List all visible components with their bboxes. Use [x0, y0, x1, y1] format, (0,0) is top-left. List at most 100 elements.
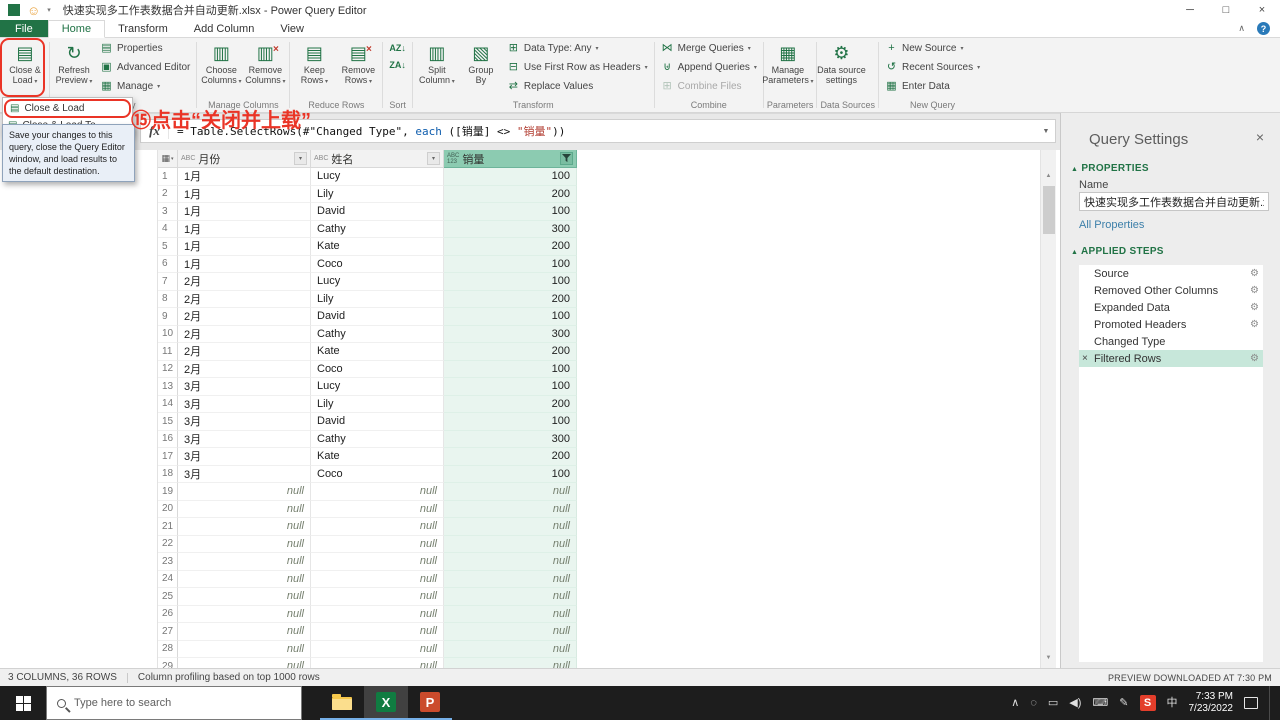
tab-transform[interactable]: Transform [105, 20, 181, 37]
table-cell[interactable]: 100 [444, 168, 577, 186]
table-cell[interactable]: 100 [444, 360, 577, 378]
row-number[interactable]: 8 [158, 290, 178, 308]
row-number[interactable]: 26 [158, 605, 178, 623]
table-cell[interactable]: null [178, 605, 311, 623]
row-number[interactable]: 28 [158, 640, 178, 658]
table-cell[interactable]: null [178, 570, 311, 588]
table-cell[interactable]: 100 [444, 273, 577, 291]
step-settings-gear-icon[interactable]: ⚙ [1250, 319, 1259, 330]
table-cell[interactable]: null [178, 640, 311, 658]
file-explorer-button[interactable] [320, 686, 364, 720]
table-cell[interactable]: null [178, 483, 311, 501]
table-cell[interactable]: 300 [444, 430, 577, 448]
row-number[interactable]: 17 [158, 448, 178, 466]
table-cell[interactable]: 100 [444, 378, 577, 396]
append-queries-button[interactable]: ⊎ Append Queries ▾ [658, 58, 760, 77]
row-number[interactable]: 10 [158, 325, 178, 343]
status-profiling[interactable]: Column profiling based on top 1000 rows [138, 672, 320, 683]
query-name-input[interactable] [1079, 192, 1269, 211]
table-cell[interactable]: 2月 [178, 343, 311, 361]
table-cell[interactable]: null [178, 500, 311, 518]
column-header-name[interactable]: ABC 姓名 ▾ [311, 150, 444, 168]
table-cell[interactable]: 100 [444, 465, 577, 483]
row-number[interactable]: 2 [158, 185, 178, 203]
applied-step-promoted-headers[interactable]: Promoted Headers ⚙ [1079, 316, 1263, 333]
table-cell[interactable]: Cathy [311, 325, 444, 343]
row-number[interactable]: 5 [158, 238, 178, 256]
sogou-input-icon[interactable]: S [1139, 695, 1156, 711]
table-cell[interactable]: null [178, 535, 311, 553]
formula-expand-chevron-icon[interactable]: ▼ [1037, 128, 1055, 135]
data-source-settings-button[interactable]: ⚙ Data source settings [817, 39, 866, 85]
volume-icon[interactable]: ◀) [1069, 697, 1081, 709]
table-cell[interactable]: null [311, 483, 444, 501]
collapse-ribbon-icon[interactable]: ∧ [1238, 23, 1245, 34]
excel-button[interactable]: X [364, 686, 408, 720]
table-cell[interactable]: David [311, 413, 444, 431]
row-number[interactable]: 24 [158, 570, 178, 588]
table-cell[interactable]: 200 [444, 395, 577, 413]
table-cell[interactable]: Cathy [311, 220, 444, 238]
row-number[interactable]: 9 [158, 308, 178, 326]
table-cell[interactable]: 200 [444, 185, 577, 203]
advanced-editor-button[interactable]: ▣ Advanced Editor [97, 58, 193, 77]
table-cell[interactable]: null [178, 588, 311, 606]
tab-file[interactable]: File [0, 20, 48, 37]
table-cell[interactable]: null [311, 640, 444, 658]
menu-item-close-and-load[interactable]: ▤ Close & Load [6, 101, 129, 116]
properties-button[interactable]: ▤ Properties [97, 39, 193, 58]
row-number[interactable]: 4 [158, 220, 178, 238]
close-panel-icon[interactable]: × [1256, 129, 1264, 145]
row-number[interactable]: 11 [158, 343, 178, 361]
filter-applied-icon[interactable] [560, 152, 573, 165]
scroll-up-icon[interactable]: ▲ [1041, 168, 1056, 184]
ime-chinese-icon[interactable]: 中 [1167, 697, 1178, 709]
merge-queries-button[interactable]: ⋈ Merge Queries ▾ [658, 39, 760, 58]
table-cell[interactable]: Coco [311, 465, 444, 483]
row-number[interactable]: 15 [158, 413, 178, 431]
row-number[interactable]: 22 [158, 535, 178, 553]
taskbar-search[interactable] [46, 686, 302, 720]
search-input[interactable] [74, 697, 264, 709]
replace-values-button[interactable]: ⇄ Replace Values [504, 77, 651, 96]
table-corner-button[interactable]: ▦ ▾ [158, 150, 178, 168]
network-icon[interactable]: ◌ [1030, 697, 1037, 709]
table-cell[interactable]: David [311, 308, 444, 326]
table-cell[interactable]: 3月 [178, 413, 311, 431]
row-number[interactable]: 19 [158, 483, 178, 501]
table-cell[interactable]: null [311, 588, 444, 606]
table-cell[interactable]: null [178, 658, 311, 668]
table-cell[interactable]: 200 [444, 343, 577, 361]
table-cell[interactable]: 200 [444, 290, 577, 308]
table-cell[interactable]: null [444, 570, 577, 588]
table-cell[interactable]: 100 [444, 255, 577, 273]
pen-icon[interactable]: ✎ [1119, 697, 1128, 709]
split-column-button[interactable]: ▥ Split Column ▾ [416, 39, 458, 87]
table-cell[interactable]: 1月 [178, 203, 311, 221]
applied-step-expanded-data[interactable]: Expanded Data ⚙ [1079, 299, 1263, 316]
table-cell[interactable]: Coco [311, 255, 444, 273]
battery-icon[interactable]: ▭ [1048, 697, 1058, 709]
step-settings-gear-icon[interactable]: ⚙ [1250, 268, 1259, 279]
table-cell[interactable]: Cathy [311, 430, 444, 448]
row-number[interactable]: 18 [158, 465, 178, 483]
applied-step-removed-other-columns[interactable]: Removed Other Columns ⚙ [1079, 282, 1263, 299]
table-cell[interactable]: null [311, 500, 444, 518]
show-desktop-button[interactable] [1269, 686, 1274, 720]
hidden-icons-chevron-icon[interactable]: ∧ [1011, 697, 1019, 709]
remove-columns-button[interactable]: ▥ × Remove Columns ▾ [244, 39, 286, 87]
table-cell[interactable]: 2月 [178, 273, 311, 291]
feedback-smiley-icon[interactable]: ☺ [27, 4, 40, 17]
column-header-month[interactable]: ABC 月份 ▾ [178, 150, 311, 168]
row-number[interactable]: 25 [158, 588, 178, 606]
table-cell[interactable]: Lily [311, 395, 444, 413]
table-cell[interactable]: null [178, 553, 311, 571]
filter-dropdown-icon[interactable]: ▾ [427, 152, 440, 165]
row-number[interactable]: 21 [158, 518, 178, 536]
table-cell[interactable]: 1月 [178, 220, 311, 238]
table-cell[interactable]: null [444, 553, 577, 571]
manage-button[interactable]: ▦ Manage ▾ [97, 77, 193, 96]
choose-columns-button[interactable]: ▥ Choose Columns ▾ [200, 39, 242, 87]
table-cell[interactable]: null [444, 518, 577, 536]
table-cell[interactable]: null [444, 658, 577, 668]
